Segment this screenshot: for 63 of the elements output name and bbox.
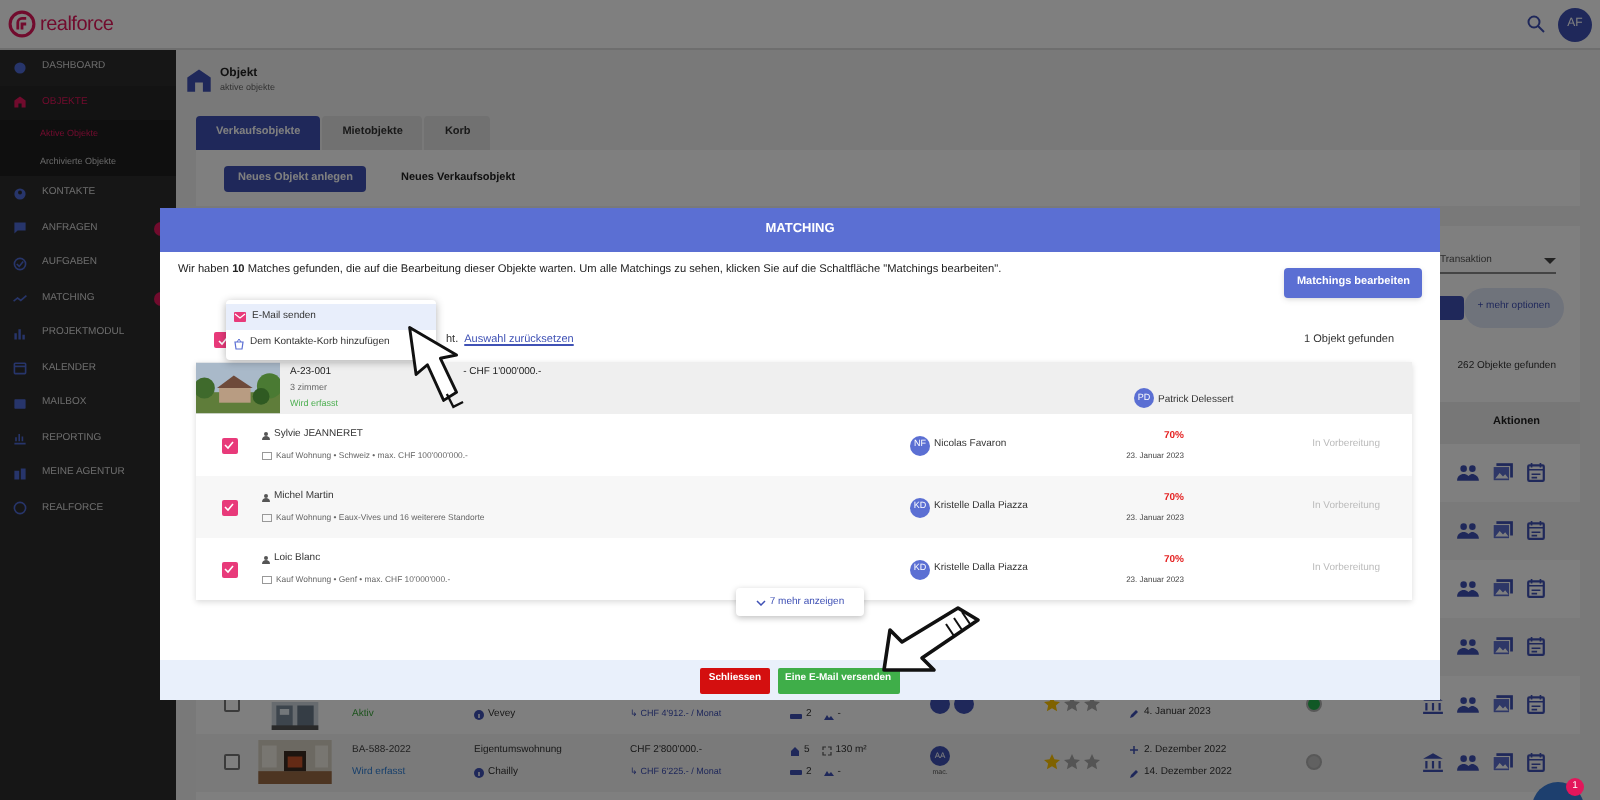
mountain-icon [823,768,834,777]
house-icon [790,746,800,757]
person-icon [262,493,270,502]
info-icon [474,767,484,778]
check-icon [217,335,227,346]
gallery-icon[interactable] [1492,462,1514,482]
house-icon [186,68,212,92]
gallery-icon[interactable] [1492,578,1514,598]
menu-item-icon [12,59,28,76]
check-icon [224,502,234,513]
menu-item-icon [12,290,28,307]
star-icon [1064,754,1080,770]
menu-item-icon [12,395,28,412]
people-icon[interactable] [1456,753,1480,771]
logo-text: realforce [40,11,114,39]
calendar-icon[interactable] [1526,636,1546,656]
row-checkbox[interactable] [224,754,240,770]
star-icon [1044,696,1060,712]
menu-item-icon [12,220,28,237]
star-icon [1084,696,1100,712]
basket-icon [234,337,244,349]
calendar-icon[interactable] [1526,462,1546,482]
calendar-icon[interactable] [1526,578,1546,598]
people-icon[interactable] [1456,579,1480,597]
gallery-icon[interactable] [1492,752,1514,772]
people-icon[interactable] [1456,463,1480,481]
menu-item-icon [12,360,28,377]
plus-icon [1130,746,1138,755]
search-icon[interactable] [1526,14,1546,34]
match-checkbox[interactable] [221,437,237,454]
pencil-icon [1130,769,1138,778]
mail-icon [234,312,246,322]
menu-item-icon [12,430,28,447]
person-icon [262,431,270,440]
check-icon [224,440,234,451]
pencil-icon [1130,709,1138,717]
menu-item-icon [12,500,28,517]
mountain-icon [823,711,834,719]
info-icon [474,710,484,720]
gallery-icon[interactable] [1492,520,1514,540]
calendar-icon[interactable] [1526,752,1546,772]
star-icon [1044,754,1060,770]
menu-item-icon [12,94,28,111]
gallery-icon[interactable] [1492,636,1514,656]
star-icon [1084,754,1100,770]
star-icon [1064,696,1080,712]
match-checkbox[interactable] [221,561,237,578]
gallery-icon[interactable] [1492,694,1514,714]
people-icon[interactable] [1456,637,1480,655]
people-icon[interactable] [1456,695,1480,713]
menu-item-icon [12,325,28,342]
menu-item-icon [12,465,28,482]
check-icon [224,564,234,575]
calendar-icon[interactable] [1526,694,1546,714]
person-icon [262,555,270,564]
people-icon[interactable] [1456,521,1480,539]
match-checkbox[interactable] [221,499,237,516]
chevron-down-icon [755,599,766,606]
logo-icon [8,10,36,38]
menu-item-icon [12,185,28,202]
calendar-icon[interactable] [1526,520,1546,540]
expand-icon [821,746,832,757]
menu-item-icon [12,255,28,272]
